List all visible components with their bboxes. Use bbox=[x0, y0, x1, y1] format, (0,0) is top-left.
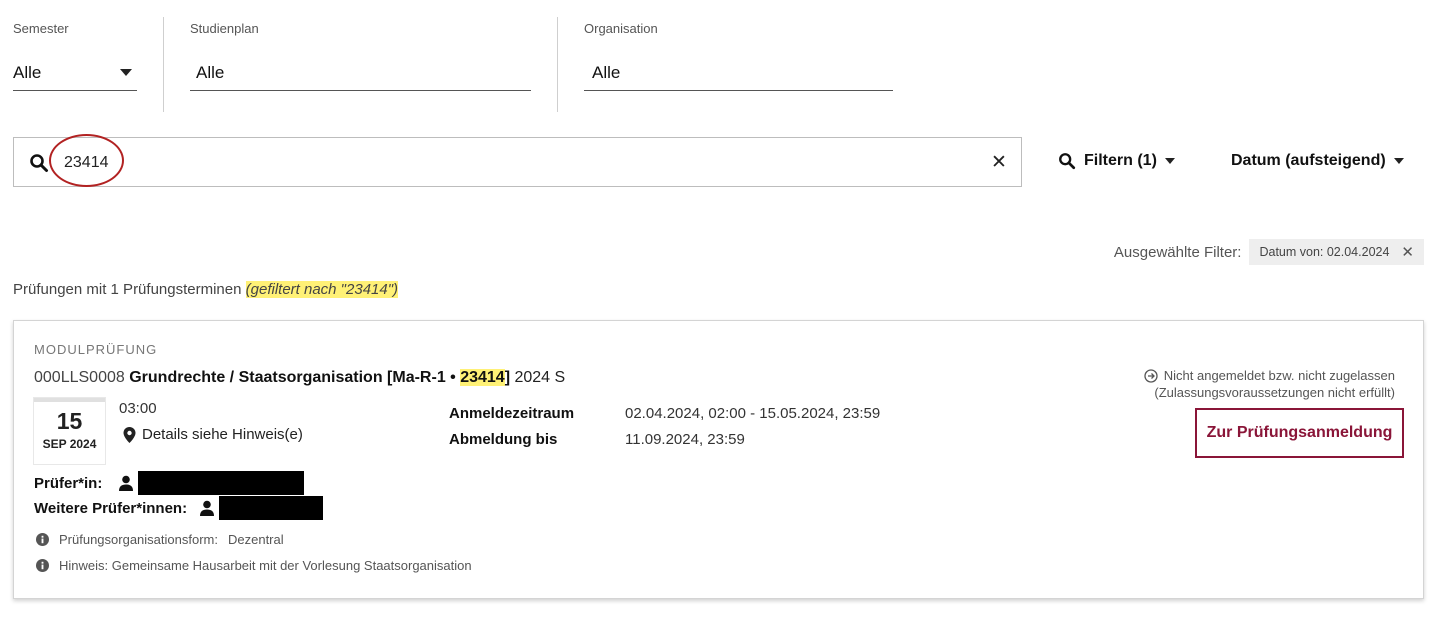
filter-chip-label: Datum von: 02.04.2024 bbox=[1259, 245, 1390, 259]
deregistration-value: 11.09.2024, 23:59 bbox=[625, 430, 745, 448]
exam-term: 2024 S bbox=[514, 369, 566, 386]
caret-down-icon bbox=[1393, 158, 1404, 164]
filter-button-label: Filtern (1) bbox=[1084, 152, 1157, 169]
examiner-label: Prüfer*in: bbox=[34, 474, 103, 492]
registration-period-value: 02.04.2024, 02:00 - 15.05.2024, 23:59 bbox=[625, 404, 881, 422]
date-day: 15 bbox=[56, 408, 83, 434]
caret-down-icon bbox=[1164, 158, 1175, 164]
exam-name-prefix: Grundrechte / Staatsorganisation [Ma-R-1… bbox=[129, 369, 461, 386]
org-form-line: Prüfungsorganisationsform: Dezentral bbox=[36, 532, 284, 547]
divider bbox=[163, 17, 164, 112]
status-line-2: (Zulassungsvoraussetzungen nicht erfüllt… bbox=[1154, 385, 1395, 400]
sort-button-label: Datum (aufsteigend) bbox=[1231, 152, 1386, 169]
filter-button[interactable]: Filtern (1) bbox=[1058, 147, 1175, 175]
status-line-1: Nicht angemeldet bzw. nicht zugelassen bbox=[1163, 368, 1395, 383]
person-icon bbox=[119, 475, 134, 491]
registration-status: Nicht angemeldet bzw. nicht zugelassen (… bbox=[1144, 367, 1395, 401]
redacted-name bbox=[219, 496, 324, 520]
hint-line: Hinweis: Gemeinsame Hausarbeit mit der V… bbox=[36, 558, 472, 573]
filter-bar: Semester Alle Studienplan Alle Organisat… bbox=[0, 0, 1439, 115]
info-circle-icon bbox=[36, 559, 49, 572]
semester-underline bbox=[13, 90, 137, 91]
studienplan-underline bbox=[190, 90, 531, 91]
organisation-underline bbox=[584, 90, 893, 91]
exam-title[interactable]: 000LLS0008 Grundrechte / Staatsorganisat… bbox=[34, 369, 565, 387]
search-input[interactable] bbox=[64, 150, 944, 176]
deregistration-label: Abmeldung bis bbox=[449, 430, 558, 448]
org-form-label: Prüfungsorganisationsform: bbox=[59, 532, 218, 547]
close-icon[interactable]: ✕ bbox=[989, 153, 1009, 173]
exam-time: 03:00 bbox=[119, 400, 157, 417]
semester-label: Semester bbox=[13, 21, 69, 36]
chevron-down-icon[interactable] bbox=[120, 69, 132, 76]
exam-card: MODULPRÜFUNG 000LLS0008 Grundrechte / St… bbox=[13, 320, 1424, 599]
organisation-label: Organisation bbox=[584, 21, 658, 36]
org-form-value: Dezentral bbox=[227, 532, 284, 547]
registration-period-label: Anmeldezeitraum bbox=[449, 404, 575, 422]
date-badge: 15 SEP 2024 bbox=[34, 398, 105, 464]
exam-code: 000LLS0008 bbox=[34, 369, 125, 386]
studienplan-label: Studienplan bbox=[190, 21, 259, 36]
person-icon bbox=[200, 500, 215, 516]
redacted-name bbox=[138, 471, 305, 495]
deregistration-row: Abmeldung bis 11.09.2024, 23:59 bbox=[449, 426, 880, 452]
result-count-text: Prüfungen mit 1 Prüfungsterminen bbox=[13, 281, 242, 298]
further-examiners-row: Weitere Prüfer*innen: bbox=[34, 496, 324, 520]
studienplan-value[interactable]: Alle bbox=[196, 63, 224, 83]
filtered-note: (gefiltert nach "23414") bbox=[245, 281, 399, 298]
organisation-value[interactable]: Alle bbox=[592, 63, 620, 83]
sort-button[interactable]: Datum (aufsteigend) bbox=[1231, 147, 1404, 175]
exam-name-suffix: ] bbox=[504, 369, 511, 386]
registration-period-row: Anmeldezeitraum 02.04.2024, 02:00 - 15.0… bbox=[449, 400, 880, 426]
map-marker-icon bbox=[123, 426, 136, 443]
exam-name: Grundrechte / Staatsorganisation [Ma-R-1… bbox=[129, 369, 510, 386]
filter-chip[interactable]: Datum von: 02.04.2024 ✕ bbox=[1249, 239, 1424, 265]
info-circle-icon bbox=[36, 533, 49, 546]
semester-value[interactable]: Alle bbox=[13, 63, 41, 83]
close-icon[interactable]: ✕ bbox=[1401, 243, 1414, 261]
date-month: SEP 2024 bbox=[42, 437, 97, 451]
location-text: Details siehe Hinweis(e) bbox=[142, 426, 303, 443]
selected-filters: Ausgewählte Filter: Datum von: 02.04.202… bbox=[1114, 238, 1424, 266]
registration-info: Anmeldezeitraum 02.04.2024, 02:00 - 15.0… bbox=[449, 400, 880, 452]
exam-location: Details siehe Hinweis(e) bbox=[123, 426, 303, 443]
exam-type: MODULPRÜFUNG bbox=[34, 342, 158, 357]
divider bbox=[557, 17, 558, 112]
arrow-circle-right-icon bbox=[1144, 368, 1158, 383]
search-icon bbox=[30, 154, 48, 172]
hint-text: Hinweis: Gemeinsame Hausarbeit mit der V… bbox=[59, 558, 472, 573]
selected-filters-label: Ausgewählte Filter: bbox=[1113, 243, 1242, 261]
further-examiners-label: Weitere Prüfer*innen: bbox=[34, 499, 188, 517]
result-summary: Prüfungen mit 1 Prüfungsterminen (gefilt… bbox=[13, 281, 399, 298]
search-bar[interactable]: ✕ bbox=[13, 137, 1022, 187]
exam-name-highlight: 23414 bbox=[460, 369, 505, 386]
register-button[interactable]: Zur Prüfungsanmeldung bbox=[1195, 408, 1404, 458]
search-icon bbox=[1059, 153, 1076, 170]
examiner-row: Prüfer*in: bbox=[34, 471, 305, 495]
